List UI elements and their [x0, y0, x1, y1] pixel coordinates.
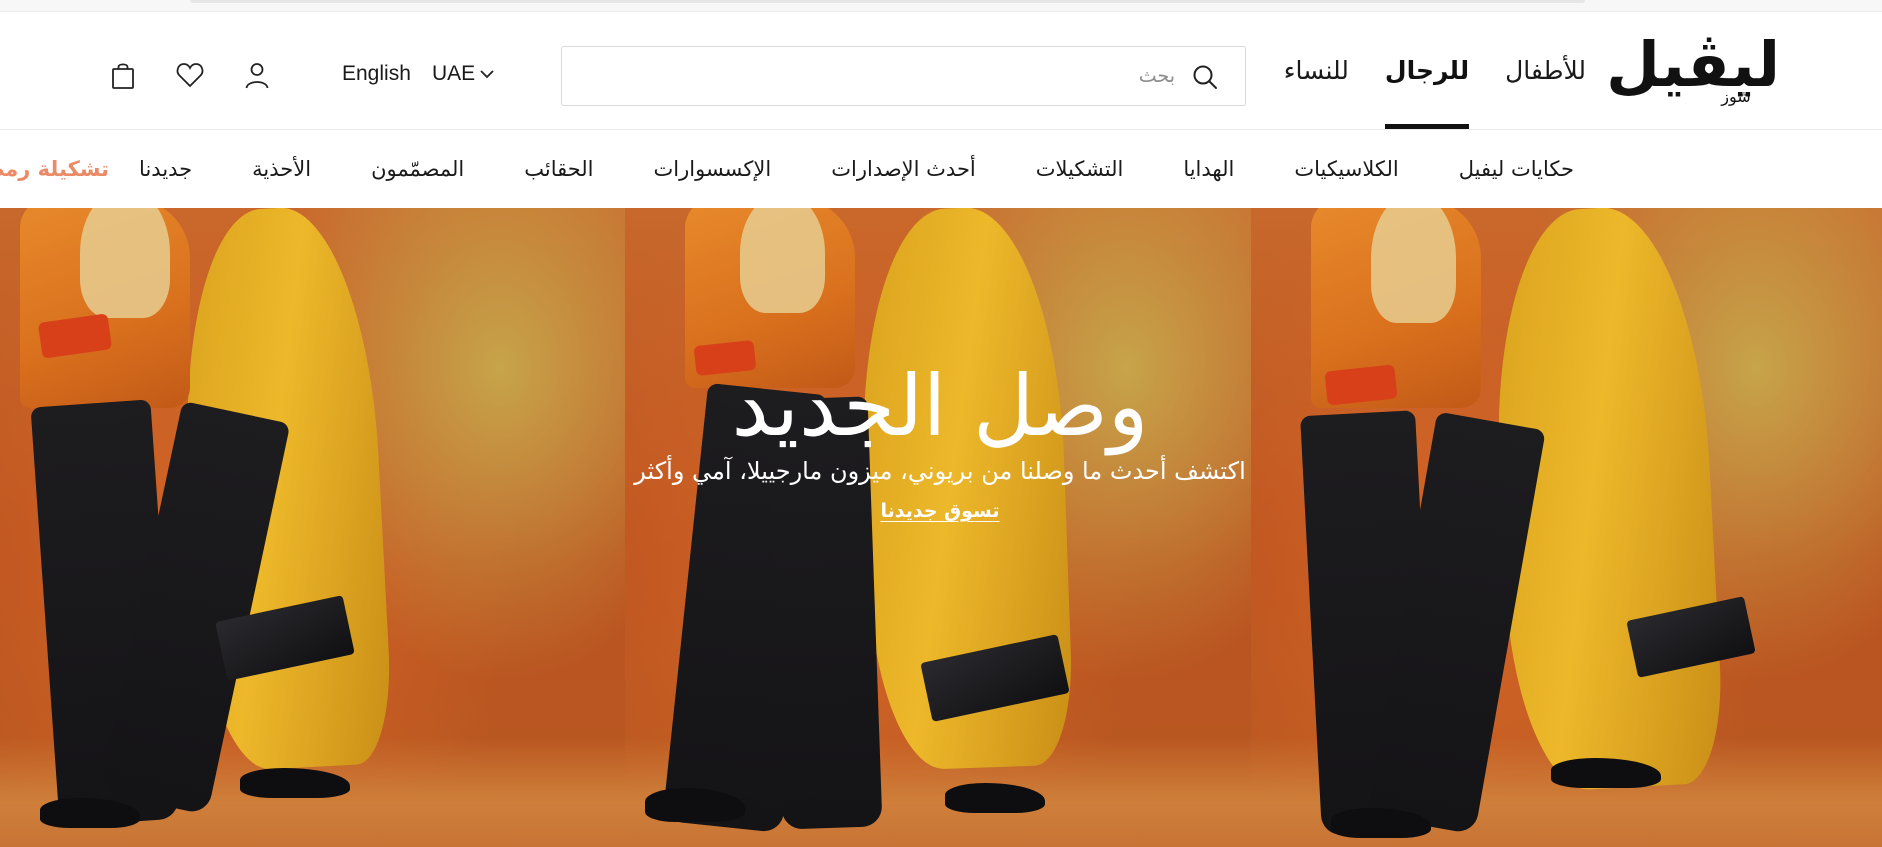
search-box	[561, 46, 1246, 106]
category-latest-releases[interactable]: أحدث الإصدارات	[801, 157, 1006, 181]
category-level-stories[interactable]: حكايات ليفيل	[1429, 157, 1604, 181]
tab-women[interactable]: للنساء	[1266, 12, 1367, 129]
category-new-in[interactable]: جديدنا	[109, 157, 222, 181]
gender-tabs: للنساء للرجال للأطفال	[1266, 12, 1604, 129]
category-accessories[interactable]: الإكسسوارات	[624, 157, 802, 181]
category-gifts[interactable]: الهدايا	[1153, 157, 1264, 181]
scroll-bar-top	[190, 0, 1585, 3]
hero-title: وصل الجديد	[731, 357, 1149, 455]
hero-content: وصل الجديد اكتشف أحدث ما وصلنا من بريوني…	[540, 358, 1340, 522]
category-shoes[interactable]: الأحذية	[222, 157, 341, 181]
user-icon[interactable]	[242, 60, 272, 90]
site-header: ليڤيل شوز للنساء للرجال للأطفال UAE Engl…	[0, 12, 1882, 130]
shopping-bag-icon[interactable]	[108, 60, 138, 90]
region-selector[interactable]: UAE	[432, 62, 495, 86]
chevron-down-icon	[480, 70, 494, 79]
tab-men[interactable]: للرجال	[1367, 12, 1487, 129]
heart-icon[interactable]	[175, 60, 205, 90]
hero-banner[interactable]: وصل الجديد اكتشف أحدث ما وصلنا من بريوني…	[0, 208, 1882, 847]
category-collections[interactable]: التشكيلات	[1006, 157, 1154, 181]
brand-logo[interactable]: ليڤيل شوز	[1606, 32, 1782, 114]
tab-kids[interactable]: للأطفال	[1487, 12, 1604, 129]
category-designers[interactable]: المصمّمون	[341, 157, 494, 181]
category-ramadan-collection[interactable]: تشكيلة رمضان	[0, 157, 109, 181]
language-switch[interactable]: English	[342, 62, 411, 86]
search-icon[interactable]	[1191, 63, 1219, 91]
search-input[interactable]	[562, 47, 1245, 105]
hero-image-panel	[0, 208, 625, 847]
hero-image-panel	[625, 208, 1251, 847]
hero-subtitle: اكتشف أحدث ما وصلنا من بريوني، ميزون مار…	[634, 457, 1246, 485]
hero-image-panel	[1251, 208, 1882, 847]
category-list: تشكيلة رمضان جديدنا الأحذية المصمّمون ال…	[0, 130, 1604, 208]
region-label: UAE	[432, 62, 476, 85]
shop-new-in-link[interactable]: تسوق جديدنا	[880, 500, 999, 522]
category-bags[interactable]: الحقائب	[494, 157, 623, 181]
category-classics[interactable]: الكلاسيكيات	[1264, 157, 1428, 181]
browser-top-strip	[0, 0, 1882, 12]
category-nav: تشكيلة رمضان جديدنا الأحذية المصمّمون ال…	[0, 130, 1882, 208]
